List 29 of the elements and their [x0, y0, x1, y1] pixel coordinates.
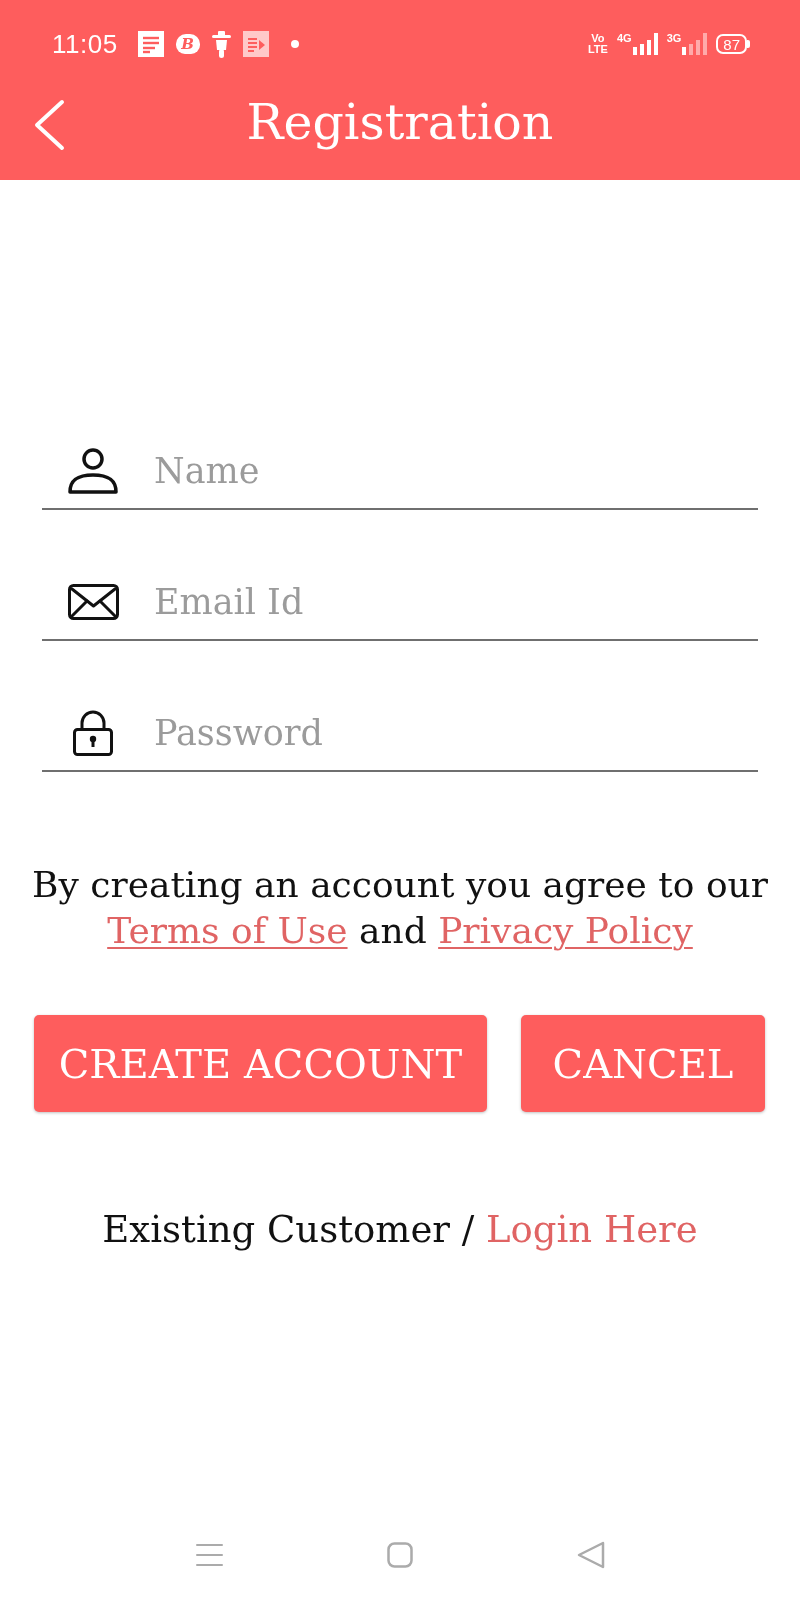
envelope-icon	[67, 584, 119, 620]
clock-time: 11:05	[52, 28, 118, 60]
back-button[interactable]	[33, 99, 65, 151]
network-label: 4G	[616, 33, 632, 44]
password-field[interactable]: Password	[154, 710, 758, 756]
dot-icon	[290, 40, 299, 48]
letter-badge: B	[175, 34, 200, 54]
login-text: Existing Customer / Login Here	[101, 1207, 699, 1253]
person-icon	[67, 448, 119, 494]
menu-icon[interactable]	[195, 1544, 223, 1566]
email-field[interactable]: Email Id	[154, 579, 758, 625]
page-title: Registration	[246, 93, 554, 153]
terms-text: By creating an account you agree to our Terms of Use and Privacy Policy	[31, 863, 769, 953]
chevron-left-icon	[33, 99, 65, 151]
cancel-button[interactable]: CANCEL	[521, 1015, 765, 1112]
network-label: 3G	[666, 33, 682, 44]
back-icon[interactable]	[576, 1541, 605, 1569]
create-account-button[interactable]: CREATE ACCOUNT	[34, 1015, 487, 1112]
document-icon	[137, 31, 164, 57]
terms-link[interactable]: Terms of Use	[107, 910, 348, 951]
home-icon[interactable]	[386, 1542, 413, 1568]
name-field[interactable]: Name	[154, 448, 758, 494]
battery-indicator: 87	[716, 34, 750, 54]
login-link[interactable]: Login Here	[485, 1208, 698, 1251]
playlist-icon	[242, 31, 269, 57]
volte-label: Vo LTE	[587, 33, 608, 55]
padlock-icon	[73, 710, 113, 756]
scooter-icon	[211, 30, 231, 58]
privacy-link[interactable]: Privacy Policy	[438, 910, 693, 951]
